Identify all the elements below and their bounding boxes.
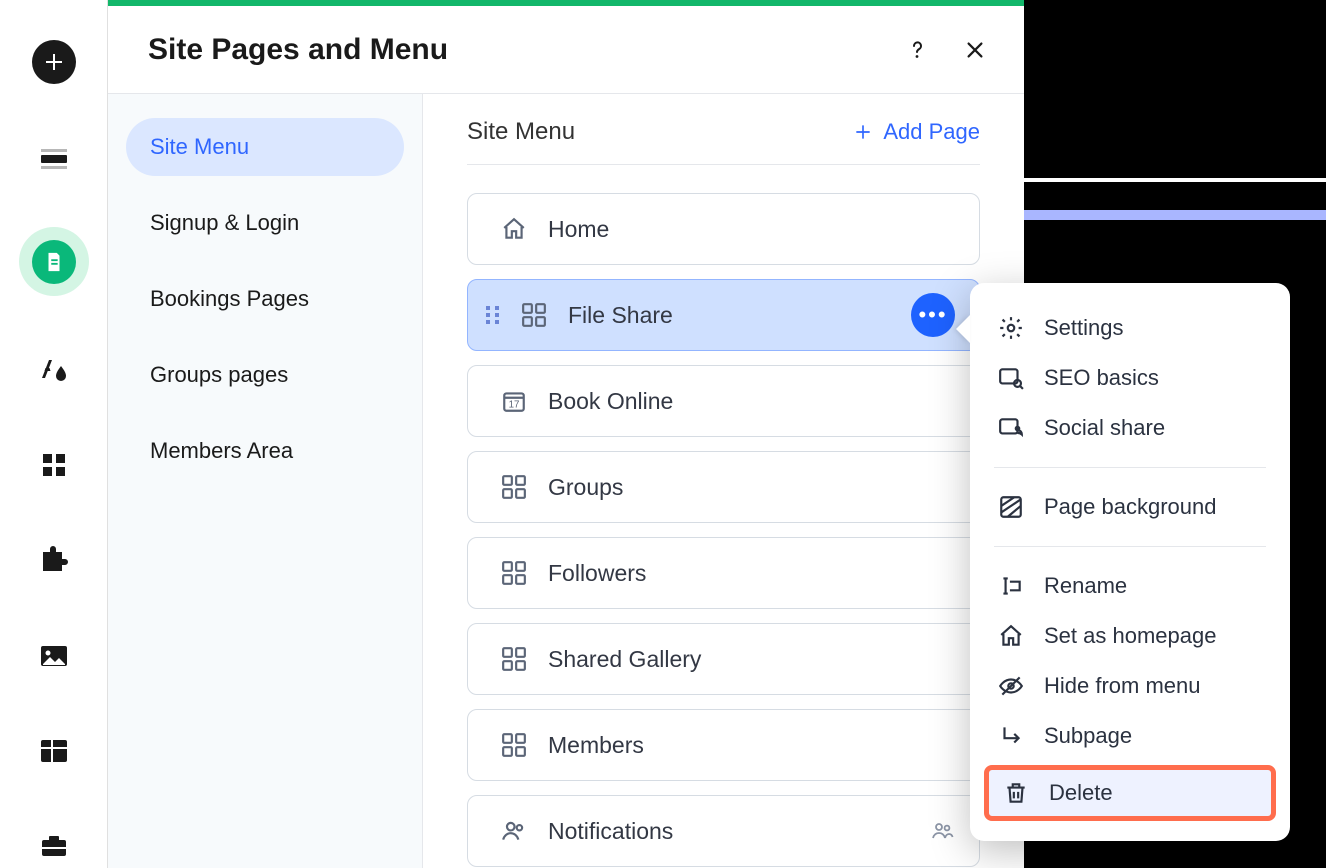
ctx-item-label: SEO basics	[1044, 365, 1159, 391]
page-item-label: Shared Gallery	[548, 646, 701, 673]
help-button[interactable]	[904, 37, 930, 63]
calendar-icon: 17	[500, 387, 528, 415]
pages-doc-icon	[43, 251, 65, 273]
rename-icon	[998, 573, 1024, 599]
page-list: Home File Share ••• 17 Book Online	[467, 193, 980, 867]
panel-header: Site Pages and Menu	[108, 6, 1024, 93]
panel-sidebar: Site Menu Signup & Login Bookings Pages …	[108, 94, 422, 868]
svg-text:17: 17	[509, 400, 520, 411]
ctx-item-label: Hide from menu	[1044, 673, 1201, 699]
page-item-label: Notifications	[548, 818, 673, 845]
home-icon	[998, 623, 1024, 649]
pages-heading: Site Menu	[467, 118, 575, 146]
page-context-menu: Settings SEO basics Social share Page ba…	[970, 283, 1290, 841]
briefcase-icon	[38, 830, 70, 862]
page-item-shared-gallery[interactable]: Shared Gallery	[467, 623, 980, 695]
sidebar-item-groups-pages[interactable]: Groups pages	[126, 346, 404, 404]
close-icon	[964, 39, 986, 61]
app-page-icon	[500, 731, 528, 759]
page-item-label: Members	[548, 732, 644, 759]
ctx-settings[interactable]: Settings	[970, 303, 1290, 353]
app-page-icon	[500, 473, 528, 501]
page-item-followers[interactable]: Followers	[467, 537, 980, 609]
ctx-delete[interactable]: Delete	[984, 765, 1276, 821]
gear-icon	[998, 315, 1024, 341]
image-icon	[38, 640, 70, 672]
add-page-button[interactable]: Add Page	[853, 119, 980, 145]
plus-icon	[853, 122, 873, 142]
members-badge-icon	[931, 819, 955, 843]
page-item-label: Followers	[548, 560, 646, 587]
panel-title: Site Pages and Menu	[148, 33, 448, 67]
sidebar-item-members-area[interactable]: Members Area	[126, 422, 404, 480]
puzzle-icon	[38, 544, 70, 576]
ctx-item-label: Page background	[1044, 494, 1216, 520]
ctx-rename[interactable]: Rename	[970, 561, 1290, 611]
section-strip-icon	[38, 142, 70, 174]
app-page-icon	[500, 559, 528, 587]
hide-icon	[998, 673, 1024, 699]
pages-menu-panel: Site Pages and Menu Site Menu Signup & L…	[107, 0, 1024, 868]
seo-icon	[998, 365, 1024, 391]
add-page-label: Add Page	[883, 119, 980, 145]
rail-design-button[interactable]	[32, 348, 76, 391]
app-page-icon	[500, 645, 528, 673]
app-page-icon	[520, 301, 548, 329]
page-item-groups[interactable]: Groups	[467, 451, 980, 523]
ctx-item-label: Set as homepage	[1044, 623, 1216, 649]
page-item-members[interactable]: Members	[467, 709, 980, 781]
ctx-divider	[994, 467, 1266, 468]
rail-apps-button[interactable]	[32, 443, 76, 486]
page-item-label: Book Online	[548, 388, 673, 415]
rail-media-button[interactable]	[32, 634, 76, 677]
ellipsis-icon: •••	[918, 304, 947, 326]
font-drop-icon	[38, 354, 70, 386]
ctx-item-label: Settings	[1044, 315, 1124, 341]
close-button[interactable]	[962, 37, 988, 63]
rail-pages-button[interactable]	[19, 227, 89, 296]
pages-column: Site Menu Add Page Home	[422, 94, 1024, 868]
ctx-set-homepage[interactable]: Set as homepage	[970, 611, 1290, 661]
rail-data-button[interactable]	[32, 729, 76, 772]
trash-icon	[1003, 780, 1029, 806]
rail-business-button[interactable]	[32, 825, 76, 868]
plus-icon	[42, 50, 66, 74]
home-icon	[500, 215, 528, 243]
sidebar-item-site-menu[interactable]: Site Menu	[126, 118, 404, 176]
page-item-label: Groups	[548, 474, 623, 501]
rail-sections-button[interactable]	[32, 136, 76, 179]
ctx-subpage[interactable]: Subpage	[970, 711, 1290, 761]
page-item-label: Home	[548, 216, 609, 243]
ctx-item-label: Delete	[1049, 780, 1113, 806]
background-icon	[998, 494, 1024, 520]
page-item-home[interactable]: Home	[467, 193, 980, 265]
ctx-seo-basics[interactable]: SEO basics	[970, 353, 1290, 403]
ctx-page-background[interactable]: Page background	[970, 482, 1290, 532]
drag-handle-icon[interactable]	[486, 306, 500, 324]
ctx-item-label: Social share	[1044, 415, 1165, 441]
table-icon	[38, 735, 70, 767]
social-share-icon	[998, 415, 1024, 441]
page-item-file-share[interactable]: File Share •••	[467, 279, 980, 351]
page-item-label: File Share	[568, 302, 673, 329]
question-icon	[905, 38, 929, 62]
page-item-book-online[interactable]: 17 Book Online	[467, 365, 980, 437]
rail-extensions-button[interactable]	[32, 539, 76, 582]
menu-arrow-icon	[956, 315, 970, 343]
page-more-button[interactable]: •••	[911, 293, 955, 337]
ctx-hide-from-menu[interactable]: Hide from menu	[970, 661, 1290, 711]
sidebar-item-signup-login[interactable]: Signup & Login	[126, 194, 404, 252]
page-item-notifications[interactable]: Notifications	[467, 795, 980, 867]
subpage-icon	[998, 723, 1024, 749]
four-squares-icon	[38, 449, 70, 481]
ctx-social-share[interactable]: Social share	[970, 403, 1290, 453]
rail-add-button[interactable]	[32, 40, 76, 84]
ctx-item-label: Subpage	[1044, 723, 1132, 749]
editor-left-rail	[0, 0, 107, 868]
ctx-divider	[994, 546, 1266, 547]
members-icon	[500, 817, 528, 845]
ctx-item-label: Rename	[1044, 573, 1127, 599]
sidebar-item-bookings-pages[interactable]: Bookings Pages	[126, 270, 404, 328]
